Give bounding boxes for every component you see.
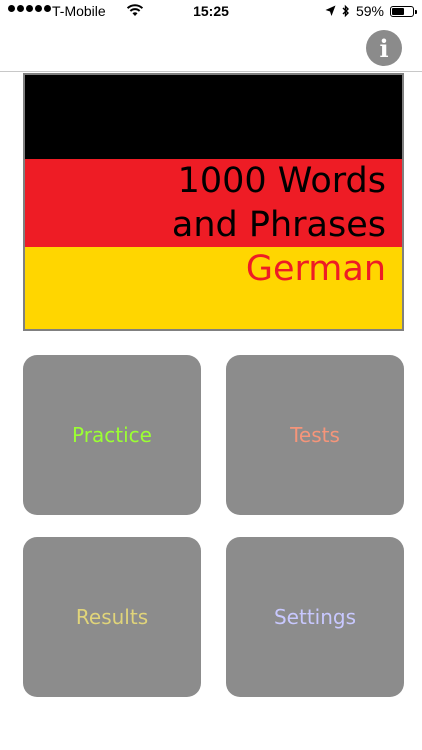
practice-button[interactable]: Practice: [23, 355, 201, 515]
settings-button[interactable]: Settings: [226, 537, 404, 697]
info-button[interactable]: i: [366, 30, 402, 66]
status-bar: T-Mobile 15:25 59%: [0, 0, 422, 24]
banner-title-line1: 1000 Words: [177, 161, 386, 201]
battery-level-fill: [392, 7, 404, 15]
banner-title-line2: and Phrases: [171, 205, 386, 245]
location-arrow-icon: [325, 5, 336, 16]
battery-percent: 59%: [355, 3, 384, 19]
practice-label: Practice: [72, 423, 152, 447]
settings-label: Settings: [273, 605, 357, 629]
info-icon: i: [379, 33, 389, 63]
results-button[interactable]: Results: [23, 537, 201, 697]
nav-divider: [0, 71, 422, 72]
tests-label: Tests: [290, 423, 340, 447]
banner-language: German: [245, 249, 386, 289]
german-flag-banner: 1000 Words and Phrases German: [23, 73, 404, 331]
battery-icon: [390, 5, 417, 17]
flag-stripe-black: [25, 75, 402, 159]
results-label: Results: [75, 605, 149, 629]
bluetooth-icon: [342, 4, 349, 18]
tests-button[interactable]: Tests: [226, 355, 404, 515]
right-status-group: 59%: [325, 3, 417, 19]
